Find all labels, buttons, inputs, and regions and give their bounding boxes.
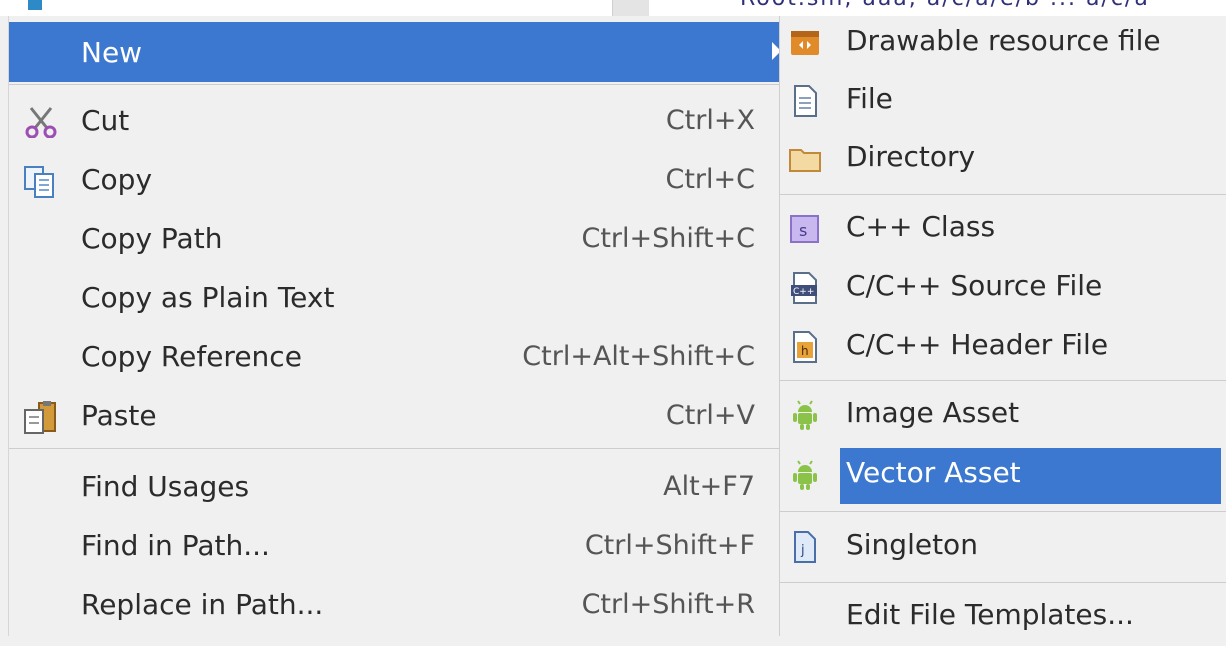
menu-item-shortcut: Ctrl+V [665,399,755,431]
submenu-item-label: Directory [846,140,976,173]
menu-item-find-in-path[interactable]: Find in Path... Ctrl+Shift+F [9,515,785,575]
submenu-item-drawable-resource-file[interactable]: Drawable resource file [780,16,1226,72]
submenu-item-label: Singleton [846,528,978,561]
submenu-item-cpp-class[interactable]: s C++ Class [780,202,1226,258]
submenu-item-label: C/C++ Source File [846,269,1103,302]
submenu-separator [780,582,1226,583]
drawable-icon [788,26,822,60]
menu-item-label: Paste [81,398,157,432]
menu-item-label: Cut [81,103,130,137]
cpp-class-icon: s [788,212,822,246]
menu-item-copy-reference[interactable]: Copy Reference Ctrl+Alt+Shift+C [9,326,785,386]
svg-text:s: s [799,221,807,240]
menu-item-label: Copy as Plain Text [81,280,335,314]
submenu-item-edit-file-templates[interactable]: Edit File Templates... [780,590,1226,646]
paste-icon [23,401,59,434]
android-icon [788,398,822,432]
menu-item-shortcut: Ctrl+Shift+R [581,588,755,620]
menu-item-find-usages[interactable]: Find Usages Alt+F7 [9,456,785,516]
menu-item-copy[interactable]: Copy Ctrl+C [9,149,785,209]
submenu-separator [780,194,1226,195]
submenu-item-cpp-header-file[interactable]: h C/C++ Header File [780,320,1226,376]
svg-text:h: h [801,344,809,358]
submenu-item-label: Vector Asset [846,456,1021,489]
file-icon [788,84,822,118]
menu-item-copy-as-plain-text[interactable]: Copy as Plain Text [9,267,785,327]
submenu-item-image-asset[interactable]: Image Asset [780,388,1226,444]
submenu-separator [780,380,1226,381]
menu-separator [9,448,785,449]
submenu-item-singleton[interactable]: j Singleton [780,520,1226,576]
menu-item-shortcut: Alt+F7 [663,470,755,502]
submenu-item-label: Image Asset [846,396,1020,429]
background-accent [28,0,42,10]
menu-item-shortcut: Ctrl+C [665,163,755,195]
submenu-item-label: Edit File Templates... [846,598,1134,631]
submenu-separator [780,511,1226,512]
menu-item-shortcut: Ctrl+Shift+C [581,222,755,254]
menu-item-shortcut: Ctrl+Shift+F [584,529,755,561]
menu-item-replace-in-path[interactable]: Replace in Path... Ctrl+Shift+R [9,574,785,634]
menu-item-shortcut: Ctrl+Alt+Shift+C [522,340,755,372]
menu-item-cut[interactable]: Cut Ctrl+X [9,90,785,150]
menu-item-paste[interactable]: Paste Ctrl+V [9,385,785,445]
copy-icon [23,165,59,198]
menu-item-copy-path[interactable]: Copy Path Ctrl+Shift+C [9,208,785,268]
folder-icon [788,142,822,176]
cpp-header-icon: h [788,330,822,364]
android-icon [788,458,822,492]
new-submenu: Drawable resource file File Directory s [779,16,1226,636]
submenu-item-label: File [846,82,893,115]
menu-item-label: New [81,35,143,69]
menu-item-new[interactable]: New [9,22,785,82]
submenu-item-label: C++ Class [846,210,996,243]
svg-text:C++: C++ [793,287,814,297]
menu-item-label: Copy Reference [81,339,302,373]
menu-item-label: Copy Path [81,221,223,255]
background-scrollbar [612,0,649,16]
menu-item-label: Find Usages [81,469,250,503]
java-class-icon: j [788,530,822,564]
submenu-item-label: Drawable resource file [846,24,1161,57]
submenu-item-cpp-source-file[interactable]: C++ C/C++ Source File [780,261,1226,317]
submenu-item-vector-asset[interactable]: Vector Asset [780,448,1226,504]
scissors-icon [23,106,59,139]
menu-item-label: Replace in Path... [81,587,324,621]
menu-separator [9,84,785,85]
menu-item-label: Find in Path... [81,528,270,562]
cpp-source-icon: C++ [788,271,822,305]
submenu-item-label: C/C++ Header File [846,328,1109,361]
menu-item-label: Copy [81,162,153,196]
svg-text:j: j [800,543,805,558]
context-menu: New Cut Ctrl+X Copy Ctrl+C Copy Path Ctr… [8,16,785,636]
background-text: Root.sln, aaa, a/c/a/e/b ... a/c/a [740,0,1150,11]
menu-item-shortcut: Ctrl+X [665,104,755,136]
submenu-item-directory[interactable]: Directory [780,132,1226,188]
submenu-item-file[interactable]: File [780,74,1226,130]
